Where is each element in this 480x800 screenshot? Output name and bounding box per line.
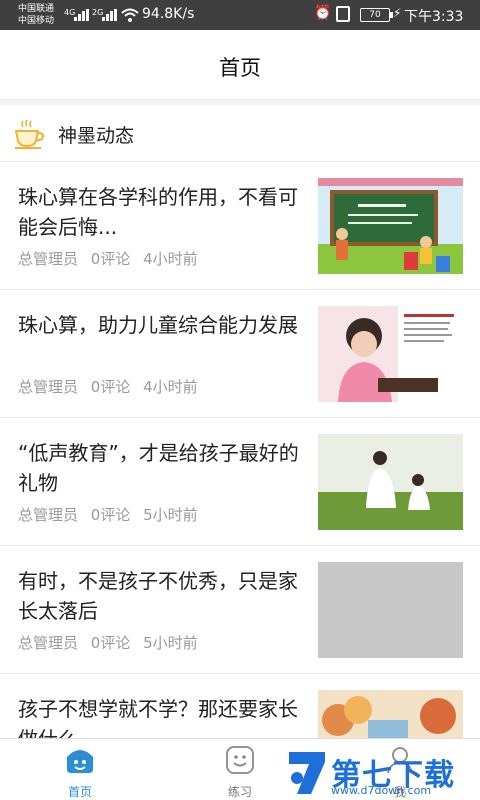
article-item[interactable]: 珠心算在各学科的作用，不看可能会后悔... 总管理员 0评论 4小时前 xyxy=(0,162,480,290)
article-time: 5小时前 xyxy=(143,506,198,524)
charging-icon: ⚡ xyxy=(393,6,402,20)
article-time: 5小时前 xyxy=(143,634,198,652)
page-title: 首页 xyxy=(219,56,261,80)
clock: 下午3:33 xyxy=(404,9,464,25)
article-author: 总管理员 xyxy=(18,250,79,268)
article-time: 4小时前 xyxy=(143,250,198,268)
vibrate-icon xyxy=(336,6,350,22)
article-author: 总管理员 xyxy=(18,634,79,652)
article-list[interactable]: 珠心算在各学科的作用，不看可能会后悔... 总管理员 0评论 4小时前 珠心算，… xyxy=(0,162,480,738)
article-item[interactable]: 珠心算，助力儿童综合能力发展 总管理员 0评论 4小时前 xyxy=(0,290,480,418)
article-meta: 总管理员 0评论 4小时前 xyxy=(18,376,206,397)
article-title: 珠心算在各学科的作用，不看可能会后悔... xyxy=(18,185,298,239)
carrier-1: 中国联通 xyxy=(18,4,55,14)
network-speed: 94.8K/s xyxy=(142,6,195,22)
article-time: 4小时前 xyxy=(143,378,198,396)
article-thumbnail xyxy=(318,434,463,530)
article-meta: 总管理员 0评论 5小时前 xyxy=(18,632,206,653)
signal-bars-icon xyxy=(102,9,118,21)
article-item[interactable]: 有时，不是孩子不优秀，只是家长太落后 总管理员 0评论 5小时前 xyxy=(0,546,480,674)
carrier-names: 中国联通 中国移动 xyxy=(18,3,54,27)
article-item[interactable]: 孩子不想学就不学？那还要家长做什么 xyxy=(0,674,480,738)
battery-icon: 70 xyxy=(360,8,393,22)
home-icon xyxy=(67,750,93,773)
app-header: 首页 xyxy=(0,30,480,100)
article-meta: 总管理员 0评论 4小时前 xyxy=(18,248,206,269)
watermark-logo: 第七下载站 www.d7down.com xyxy=(285,746,480,800)
carrier-2: 中国移动 xyxy=(18,16,55,26)
article-title: 孩子不想学就不学？那还要家长做什么 xyxy=(18,697,298,738)
signal-bars-icon xyxy=(74,9,90,21)
article-title: 有时，不是孩子不优秀，只是家长太落后 xyxy=(18,569,298,623)
section-header: 神墨动态 xyxy=(0,105,480,162)
article-comments: 0评论 xyxy=(90,506,131,524)
watermark-emblem xyxy=(289,752,325,794)
watermark-url: www.d7down.com xyxy=(331,784,432,797)
alarm-icon: ⏰ xyxy=(314,5,332,21)
article-title: 珠心算，助力儿童综合能力发展 xyxy=(18,313,298,337)
article-thumbnail xyxy=(318,690,463,738)
article-thumbnail-placeholder xyxy=(318,562,463,658)
tab-home-label: 首页 xyxy=(67,785,92,799)
article-author: 总管理员 xyxy=(18,506,79,524)
status-bar: 中国联通 中国移动 4G 2G 94.8K/s ⏰ 70 ⚡ 下午3:33 xyxy=(0,0,480,30)
article-meta: 总管理员 0评论 5小时前 xyxy=(18,504,206,525)
article-thumbnail xyxy=(318,178,463,274)
tab-home[interactable]: 首页 xyxy=(0,739,160,800)
article-title: “低声教育”，才是给孩子最好的礼物 xyxy=(18,441,299,495)
wifi-icon xyxy=(121,8,139,22)
article-thumbnail xyxy=(318,306,463,402)
article-item[interactable]: “低声教育”，才是给孩子最好的礼物 总管理员 0评论 5小时前 xyxy=(0,418,480,546)
article-comments: 0评论 xyxy=(90,634,131,652)
article-author: 总管理员 xyxy=(18,378,79,396)
section-title: 神墨动态 xyxy=(58,125,135,147)
practice-icon xyxy=(226,746,254,774)
article-comments: 0评论 xyxy=(90,378,131,396)
coffee-cup-icon xyxy=(14,119,45,149)
article-comments: 0评论 xyxy=(90,250,131,268)
